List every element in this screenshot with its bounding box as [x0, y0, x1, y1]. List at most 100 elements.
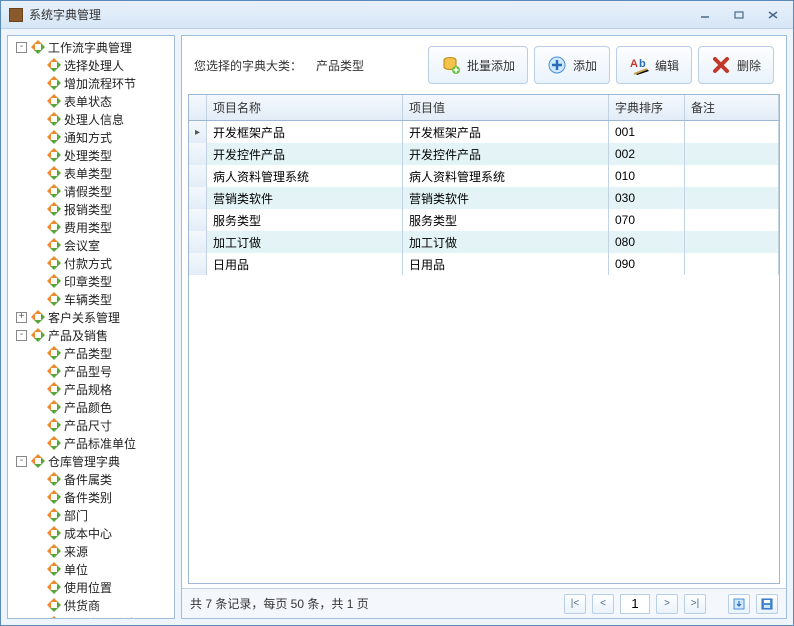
table-row[interactable]: 加工订做加工订做080	[189, 231, 779, 253]
tree-node[interactable]: 会议室	[8, 236, 174, 254]
cell-value: 开发控件产品	[403, 143, 609, 165]
tree-node[interactable]: 会员产品单位	[8, 614, 174, 619]
tree-node[interactable]: 供货商	[8, 596, 174, 614]
tree-node[interactable]: 处理类型	[8, 146, 174, 164]
cell-value: 营销类软件	[403, 187, 609, 209]
tree-node[interactable]: 部门	[8, 506, 174, 524]
tree-node[interactable]: 来源	[8, 542, 174, 560]
cell-sort: 001	[609, 121, 685, 143]
tree-node[interactable]: 车辆类型	[8, 290, 174, 308]
cell-value: 开发框架产品	[403, 121, 609, 143]
table-row[interactable]: 日用品日用品090	[189, 253, 779, 275]
export-button[interactable]	[728, 594, 750, 614]
maximize-button[interactable]	[727, 7, 751, 23]
tree-node[interactable]: 使用位置	[8, 578, 174, 596]
row-indicator: ▸	[189, 121, 207, 143]
tree-toggle[interactable]: -	[16, 42, 27, 53]
cell-remark	[685, 121, 779, 143]
tree-node-label: 处理人信息	[64, 111, 124, 128]
tree-node[interactable]: 报销类型	[8, 200, 174, 218]
row-indicator	[189, 253, 207, 275]
tree-node[interactable]: 费用类型	[8, 218, 174, 236]
record-info: 共 7 条记录，每页 50 条，共 1 页	[190, 595, 558, 612]
last-page-button[interactable]: >|	[684, 594, 706, 614]
cell-remark	[685, 209, 779, 231]
arrows-node-icon	[47, 400, 61, 414]
tree-toggle[interactable]: -	[16, 456, 27, 467]
tree-node-label: 成本中心	[64, 525, 112, 542]
first-page-button[interactable]: |<	[564, 594, 586, 614]
tree-node[interactable]: 增加流程环节	[8, 74, 174, 92]
batch-add-button[interactable]: 批量添加	[428, 46, 528, 84]
tree-node-label: 产品及销售	[48, 327, 108, 344]
tree-node[interactable]: 印章类型	[8, 272, 174, 290]
table-row[interactable]: 开发控件产品开发控件产品002	[189, 143, 779, 165]
cell-sort: 070	[609, 209, 685, 231]
col-header-name[interactable]: 项目名称	[207, 95, 403, 120]
tree-node[interactable]: 单位	[8, 560, 174, 578]
table-row[interactable]: 病人资料管理系统病人资料管理系统010	[189, 165, 779, 187]
tree-node[interactable]: 成本中心	[8, 524, 174, 542]
save-button[interactable]	[756, 594, 778, 614]
tree-node-label: 部门	[64, 507, 88, 524]
tree-node[interactable]: 产品标准单位	[8, 434, 174, 452]
tree-node[interactable]: 产品尺寸	[8, 416, 174, 434]
tree-pane[interactable]: -工作流字典管理选择处理人增加流程环节表单状态处理人信息通知方式处理类型表单类型…	[7, 35, 175, 619]
tree-node[interactable]: +客户关系管理	[8, 308, 174, 326]
data-grid: 项目名称 项目值 字典排序 备注 ▸开发框架产品开发框架产品001开发控件产品开…	[188, 94, 780, 584]
tree-node[interactable]: 产品类型	[8, 344, 174, 362]
tree-node[interactable]: - 产品及销售	[8, 326, 174, 344]
tree-node-label: 会员产品单位	[64, 615, 136, 620]
tree-node-label: 报销类型	[64, 201, 112, 218]
cell-name: 病人资料管理系统	[207, 165, 403, 187]
arrows-node-icon	[31, 454, 45, 468]
tree-toggle	[32, 492, 43, 503]
table-row[interactable]: ▸开发框架产品开发框架产品001	[189, 121, 779, 143]
footer: 共 7 条记录，每页 50 条，共 1 页 |< < > >|	[182, 588, 786, 618]
arrows-node-icon	[47, 490, 61, 504]
tree-node[interactable]: 备件属类	[8, 470, 174, 488]
tree-toggle	[32, 222, 43, 233]
col-header-remark[interactable]: 备注	[685, 95, 779, 120]
delete-button[interactable]: 删除	[698, 46, 774, 84]
cell-sort: 030	[609, 187, 685, 209]
table-row[interactable]: 服务类型服务类型070	[189, 209, 779, 231]
tree-node[interactable]: -工作流字典管理	[8, 38, 174, 56]
tree-node[interactable]: -仓库管理字典	[8, 452, 174, 470]
tree-node[interactable]: 产品规格	[8, 380, 174, 398]
tree-node-label: 处理类型	[64, 147, 112, 164]
row-indicator	[189, 143, 207, 165]
tree-toggle	[32, 564, 43, 575]
tree-node[interactable]: 选择处理人	[8, 56, 174, 74]
tree-node[interactable]: 表单类型	[8, 164, 174, 182]
arrows-node-icon	[47, 598, 61, 612]
tree-node-label: 通知方式	[64, 129, 112, 146]
close-button[interactable]	[761, 7, 785, 23]
app-icon	[9, 8, 23, 22]
toolbar-category: 产品类型	[316, 57, 386, 74]
tree-node[interactable]: 产品颜色	[8, 398, 174, 416]
table-row[interactable]: 营销类软件营销类软件030	[189, 187, 779, 209]
tree-toggle[interactable]: -	[16, 330, 27, 341]
prev-page-button[interactable]: <	[592, 594, 614, 614]
tree-node[interactable]: 备件类别	[8, 488, 174, 506]
tree-node[interactable]: 产品型号	[8, 362, 174, 380]
minimize-button[interactable]	[693, 7, 717, 23]
tree-toggle[interactable]: +	[16, 312, 27, 323]
add-label: 添加	[573, 57, 597, 74]
tree-node[interactable]: 通知方式	[8, 128, 174, 146]
tree-node[interactable]: 处理人信息	[8, 110, 174, 128]
page-input[interactable]	[620, 594, 650, 614]
edit-button[interactable]: Ab 编辑	[616, 46, 692, 84]
add-button[interactable]: 添加	[534, 46, 610, 84]
arrows-node-icon	[47, 112, 61, 126]
col-header-sort[interactable]: 字典排序	[609, 95, 685, 120]
col-header-value[interactable]: 项目值	[403, 95, 609, 120]
next-page-button[interactable]: >	[656, 594, 678, 614]
tree-node[interactable]: 表单状态	[8, 92, 174, 110]
grid-body[interactable]: ▸开发框架产品开发框架产品001开发控件产品开发控件产品002病人资料管理系统病…	[189, 121, 779, 583]
tree-node[interactable]: 付款方式	[8, 254, 174, 272]
svg-text:A: A	[630, 58, 638, 70]
tree-node[interactable]: 请假类型	[8, 182, 174, 200]
tree-toggle	[32, 510, 43, 521]
